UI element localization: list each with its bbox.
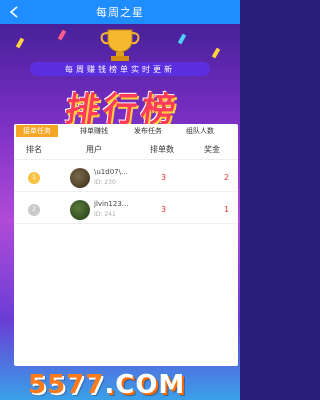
- silver-medal-icon: 2: [28, 204, 40, 216]
- order-count: 3: [161, 173, 167, 182]
- screen: 每周之星 每周赚钱榜单实时更新 排行榜 接单任务 排单赚钱 发布任务 组队人数 …: [0, 0, 240, 400]
- chevron-left-icon[interactable]: [6, 4, 22, 20]
- tab-publish-tasks[interactable]: 发布任务: [126, 125, 170, 137]
- watermark-digits: 5577: [28, 370, 105, 400]
- prize-value: 1: [224, 205, 230, 214]
- trophy-icon: [98, 28, 142, 62]
- site-watermark: 5577.COM: [28, 370, 228, 400]
- top-bar: 每周之星: [0, 0, 240, 24]
- banner-title: 排行榜: [62, 90, 182, 130]
- confetti-decoration: [57, 29, 67, 41]
- page-title: 每周之星: [96, 6, 144, 19]
- table-row[interactable]: 1 \u1d07\... ID: 230 3 2: [14, 164, 238, 192]
- user-id: ID: 230: [94, 179, 116, 186]
- tab-team-count[interactable]: 组队人数: [178, 125, 222, 137]
- tab-order-earn[interactable]: 排单赚钱: [72, 125, 116, 137]
- leaderboard-banner: 每周赚钱榜单实时更新 排行榜: [0, 24, 240, 130]
- user-name: \u1d07\...: [94, 168, 128, 176]
- leaderboard-card: 接单任务 排单赚钱 发布任务 组队人数 排名 用户 排单数 奖金 1 \u1d0…: [14, 124, 238, 366]
- tab-bar: 接单任务 排单赚钱 发布任务 组队人数: [14, 124, 238, 138]
- gold-medal-icon: 1: [28, 172, 40, 184]
- confetti-decoration: [177, 33, 187, 45]
- order-count: 3: [161, 205, 167, 214]
- avatar: [70, 200, 90, 220]
- confetti-decoration: [211, 47, 221, 59]
- header-user: 用户: [86, 145, 102, 154]
- user-name: jlvin123...: [94, 200, 129, 208]
- table-header: 排名 用户 排单数 奖金: [14, 138, 238, 160]
- banner-subtitle: 每周赚钱榜单实时更新: [30, 62, 210, 76]
- user-id: ID: 241: [94, 211, 116, 218]
- confetti-decoration: [15, 37, 25, 49]
- avatar: [70, 168, 90, 188]
- table-row[interactable]: 2 jlvin123... ID: 241 3 1: [14, 196, 238, 224]
- header-order-count: 排单数: [150, 145, 174, 154]
- header-rank: 排名: [26, 145, 42, 154]
- watermark-suffix: .COM: [104, 370, 186, 400]
- tab-accept-tasks[interactable]: 接单任务: [16, 125, 58, 137]
- header-prize: 奖金: [204, 145, 220, 154]
- prize-value: 2: [224, 173, 230, 182]
